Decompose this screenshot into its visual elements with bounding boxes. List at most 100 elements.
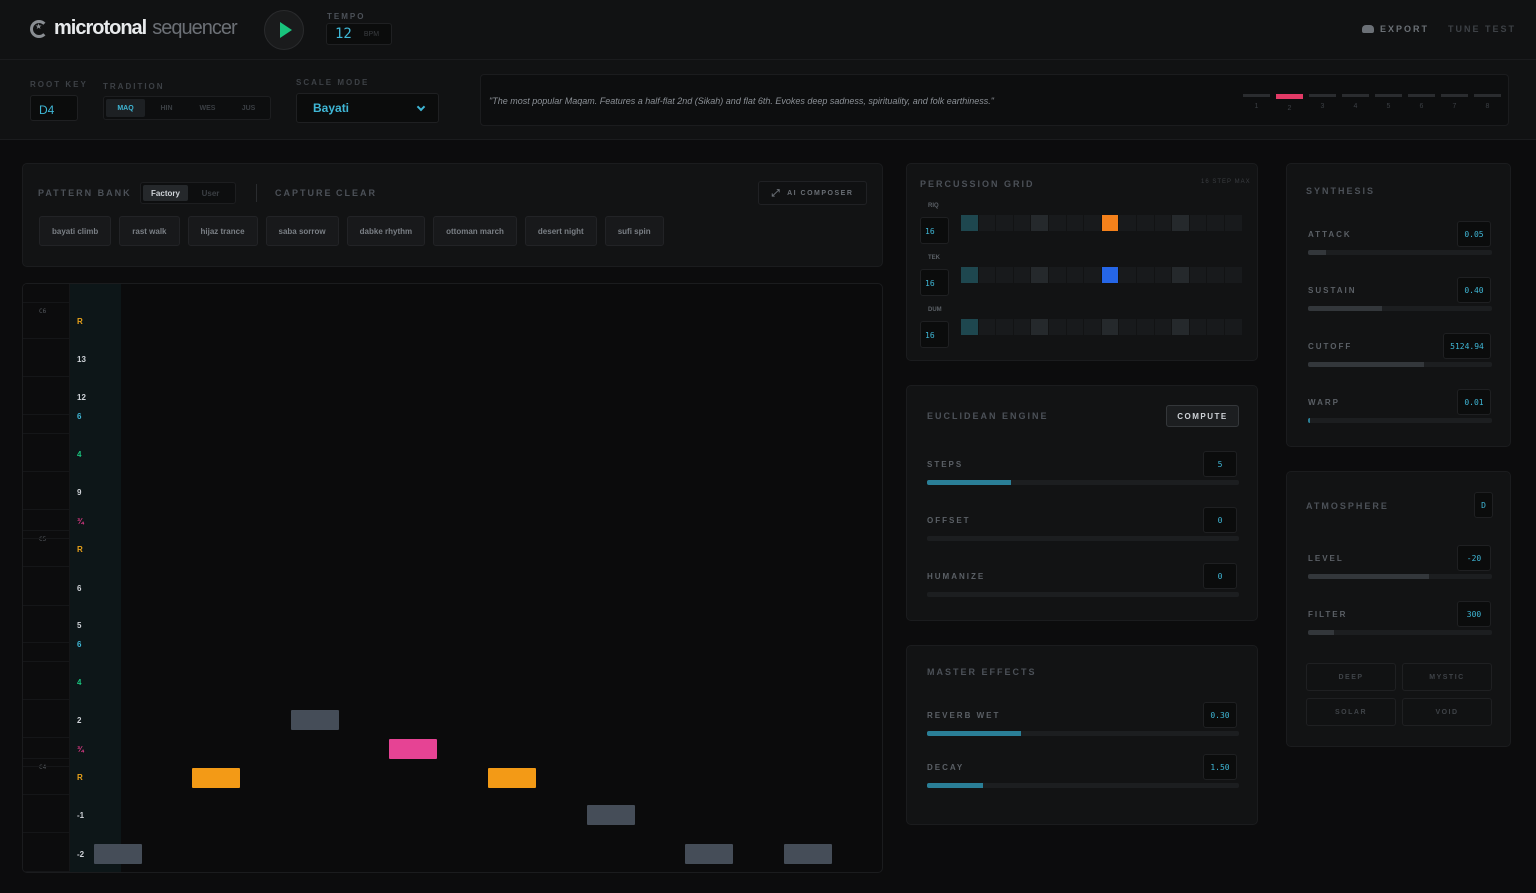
percussion-step[interactable] — [1119, 319, 1136, 335]
param-slider[interactable] — [1308, 418, 1492, 423]
percussion-step[interactable] — [1189, 319, 1207, 335]
param-slider[interactable] — [927, 480, 1239, 485]
percussion-step[interactable] — [1172, 267, 1189, 283]
percussion-step[interactable] — [1048, 319, 1066, 335]
step-indicator-item[interactable]: 2 — [1276, 94, 1303, 112]
note-block[interactable] — [192, 768, 240, 788]
percussion-step[interactable] — [1189, 215, 1207, 231]
ai-composer-button[interactable]: ⤢ AI COMPOSER — [758, 181, 867, 205]
percussion-step[interactable] — [1048, 267, 1066, 283]
percussion-track-steps-input[interactable]: 16 — [920, 269, 949, 296]
percussion-step[interactable] — [1154, 215, 1172, 231]
preset-ottoman-march[interactable]: ottoman march — [433, 216, 517, 246]
scale-mode-select[interactable]: Bayati — [296, 93, 439, 123]
note-block[interactable] — [587, 805, 635, 825]
tab-factory[interactable]: Factory — [143, 185, 188, 201]
step-indicator-item[interactable]: 1 — [1243, 94, 1270, 112]
step-indicator-item[interactable]: 6 — [1408, 94, 1435, 112]
percussion-step[interactable] — [1224, 215, 1242, 231]
preset-hijaz-trance[interactable]: hijaz trance — [187, 216, 258, 246]
tradition-option-jus[interactable]: JUS — [229, 99, 268, 117]
atmosphere-preset-mystic[interactable]: MYSTIC — [1402, 663, 1492, 691]
piano-roll[interactable]: C6 C5 C4 R 13 12 6 4 9 ¾ R 6 5 6 4 2 ¾ R -1 -2 — [22, 283, 883, 873]
percussion-step[interactable] — [1136, 267, 1154, 283]
percussion-step[interactable] — [1207, 267, 1224, 283]
preset-rast-walk[interactable]: rast walk — [119, 216, 180, 246]
percussion-step[interactable] — [1013, 267, 1031, 283]
percussion-step[interactable] — [1136, 215, 1154, 231]
param-value-input[interactable]: 0 — [1203, 507, 1237, 533]
tradition-option-hin[interactable]: HIN — [147, 99, 186, 117]
percussion-step[interactable] — [1101, 267, 1119, 283]
preset-bayati-climb[interactable]: bayati climb — [39, 216, 112, 246]
percussion-track-steps-input[interactable]: 16 — [920, 321, 949, 348]
param-slider[interactable] — [1308, 630, 1492, 635]
percussion-step[interactable] — [1101, 215, 1119, 231]
preset-sufi-spin[interactable]: sufi spin — [604, 216, 664, 246]
param-value-input[interactable]: 0.05 — [1457, 221, 1491, 247]
param-value-input[interactable]: 0 — [1203, 563, 1237, 589]
percussion-step[interactable] — [961, 319, 978, 335]
percussion-step[interactable] — [1048, 215, 1066, 231]
root-key-input[interactable]: D4 — [30, 95, 78, 121]
capture-button[interactable]: CAPTURE — [275, 188, 333, 198]
percussion-step[interactable] — [1084, 267, 1101, 283]
tune-test-button[interactable]: TUNE TEST — [1448, 24, 1516, 34]
percussion-step[interactable] — [1189, 267, 1207, 283]
percussion-step[interactable] — [978, 215, 996, 231]
percussion-step[interactable] — [1119, 267, 1136, 283]
param-slider[interactable] — [1308, 306, 1492, 311]
percussion-step[interactable] — [1066, 319, 1084, 335]
atmosphere-preset-deep[interactable]: DEEP — [1306, 663, 1396, 691]
percussion-step[interactable] — [1207, 319, 1224, 335]
param-value-input[interactable]: 5 — [1203, 451, 1237, 477]
tradition-option-wes[interactable]: WES — [188, 99, 227, 117]
param-slider[interactable] — [927, 783, 1239, 788]
preset-desert-night[interactable]: desert night — [524, 216, 597, 246]
percussion-step[interactable] — [961, 215, 978, 231]
percussion-step[interactable] — [1066, 267, 1084, 283]
param-slider[interactable] — [1308, 362, 1492, 367]
percussion-step[interactable] — [1207, 215, 1224, 231]
step-indicator-item[interactable]: 8 — [1474, 94, 1501, 112]
percussion-step[interactable] — [1031, 215, 1048, 231]
param-value-input[interactable]: -20 — [1457, 545, 1491, 571]
percussion-step[interactable] — [1013, 319, 1031, 335]
compute-button[interactable]: COMPUTE — [1166, 405, 1239, 427]
percussion-step[interactable] — [1172, 319, 1189, 335]
export-button[interactable]: EXPORT — [1362, 24, 1429, 34]
percussion-step[interactable] — [1172, 215, 1189, 231]
param-value-input[interactable]: 300 — [1457, 601, 1491, 627]
param-value-input[interactable]: 5124.94 — [1443, 333, 1491, 359]
percussion-step[interactable] — [1013, 215, 1031, 231]
percussion-step[interactable] — [1224, 319, 1242, 335]
atmosphere-preset-solar[interactable]: SOLAR — [1306, 698, 1396, 726]
percussion-step[interactable] — [1084, 319, 1101, 335]
atmosphere-preset-void[interactable]: VOID — [1402, 698, 1492, 726]
step-indicator-item[interactable]: 3 — [1309, 94, 1336, 112]
percussion-step[interactable] — [1154, 267, 1172, 283]
step-indicator-item[interactable]: 4 — [1342, 94, 1369, 112]
percussion-step[interactable] — [996, 215, 1013, 231]
param-value-input[interactable]: 1.50 — [1203, 754, 1237, 780]
tempo-input[interactable]: 12 BPM — [326, 23, 392, 45]
percussion-step[interactable] — [1136, 319, 1154, 335]
percussion-step[interactable] — [1031, 319, 1048, 335]
percussion-step[interactable] — [996, 319, 1013, 335]
percussion-step[interactable] — [978, 267, 996, 283]
param-value-input[interactable]: 0.40 — [1457, 277, 1491, 303]
param-slider[interactable] — [927, 731, 1239, 736]
percussion-step[interactable] — [1066, 215, 1084, 231]
tab-user[interactable]: User — [188, 185, 233, 201]
note-block[interactable] — [685, 844, 733, 864]
preset-dabke-rhythm[interactable]: dabke rhythm — [346, 216, 426, 246]
preset-saba-sorrow[interactable]: saba sorrow — [265, 216, 339, 246]
param-slider[interactable] — [927, 592, 1239, 597]
percussion-step[interactable] — [1101, 319, 1119, 335]
param-slider[interactable] — [927, 536, 1239, 541]
note-block[interactable] — [784, 844, 832, 864]
percussion-track-steps-input[interactable]: 16 — [920, 217, 949, 244]
percussion-step[interactable] — [961, 267, 978, 283]
param-slider[interactable] — [1308, 574, 1492, 579]
percussion-step[interactable] — [996, 267, 1013, 283]
